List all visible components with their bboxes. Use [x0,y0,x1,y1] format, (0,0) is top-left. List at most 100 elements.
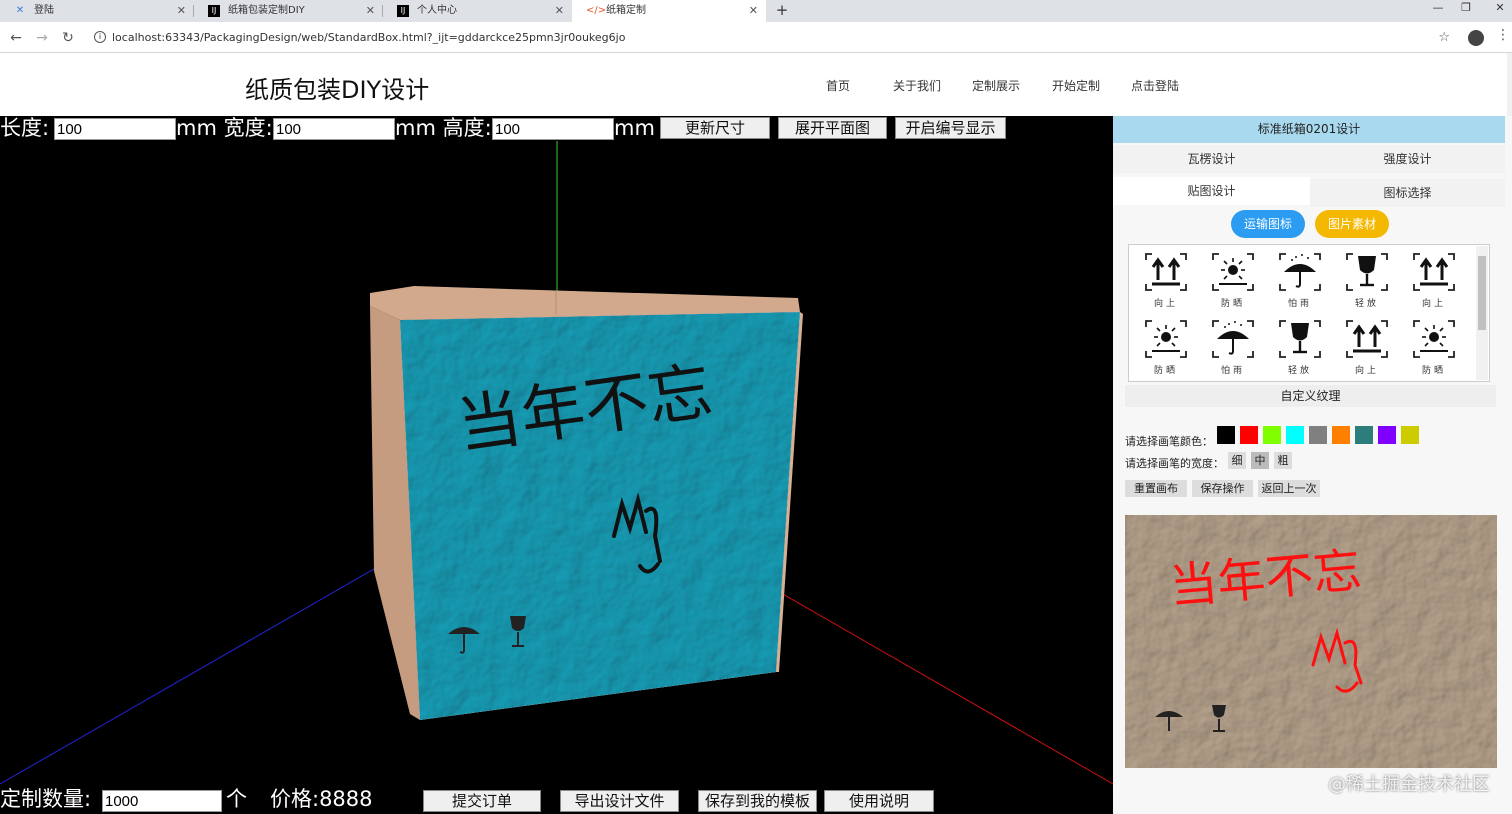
tab-title: 纸箱定制 [606,5,646,16]
pen-color-swatch[interactable] [1286,426,1304,444]
image-material-pill[interactable]: 图片素材 [1315,210,1389,238]
quantity-unit: 个 [226,787,247,811]
reset-canvas-button[interactable]: 重置画布 [1125,480,1187,497]
pen-width-medium[interactable]: 中 [1251,452,1269,469]
tab-sticker-design[interactable]: 贴图设计 [1113,177,1310,205]
texture-canvas-svg[interactable]: 当年不忘 [1125,515,1497,768]
width-input[interactable] [273,118,395,140]
fragile-icon [1279,320,1321,358]
maximize-button[interactable]: ❐ [1448,0,1484,18]
save-template-button[interactable]: 保存到我的模板 [698,790,817,812]
update-size-button[interactable]: 更新尺寸 [660,117,770,139]
tab-title: 纸箱包装定制DIY [228,5,305,16]
toggle-numbering-button[interactable]: 开启编号显示 [895,117,1006,139]
info-icon[interactable]: i [94,31,106,43]
nav-about[interactable]: 关于我们 [893,77,941,94]
forward-button[interactable]: → [32,28,52,48]
z-axis-line [0,553,401,785]
tab-icon-select[interactable]: 图标选择 [1310,179,1505,207]
close-icon[interactable]: ✕ [177,0,186,22]
3d-viewport[interactable]: 当年不忘 长度: mm 宽度: mm 高度: mm 更新尺寸 展开平面图 开启编… [0,116,1113,814]
tab-title: 登陆 [34,5,54,16]
transport-icon-sun[interactable]: 防晒 [1209,250,1257,310]
star-icon[interactable]: ☆ [1438,26,1450,49]
transport-icons-pill[interactable]: 运输图标 [1231,210,1305,238]
box-3d-scene[interactable]: 当年不忘 [0,116,1113,814]
new-tab-button[interactable]: + [772,0,792,22]
sun-icon [1413,320,1455,358]
tab-title: 个人中心 [417,5,457,16]
transport-icon-sun[interactable]: 防晒 [1142,317,1190,377]
nav-home[interactable]: 首页 [826,77,850,94]
up-icon [1413,253,1455,291]
pen-width-label: 请选择画笔的宽度： [1125,457,1224,470]
pen-color-swatch[interactable] [1401,426,1419,444]
transport-icon-up[interactable]: 向上 [1410,250,1458,310]
unfold-plane-button[interactable]: 展开平面图 [778,117,887,139]
rain-icon [1279,253,1321,291]
quantity-label: 定制数量: [0,787,92,811]
pen-color-swatch[interactable] [1332,426,1350,444]
pen-color-swatch[interactable] [1355,426,1373,444]
transport-icon-fragile[interactable]: 轻放 [1276,317,1324,377]
pen-color-swatch[interactable] [1309,426,1327,444]
back-button[interactable]: ← [6,28,26,48]
puzzle-icon: ✕ [15,5,25,16]
length-label: 长度: [0,116,50,140]
save-operation-button[interactable]: 保存操作 [1192,480,1253,497]
account-icon[interactable] [1468,30,1484,46]
submit-order-button[interactable]: 提交订单 [423,790,541,812]
pen-color-swatch[interactable] [1217,426,1235,444]
pen-width-thin[interactable]: 细 [1228,452,1246,469]
reload-button[interactable]: ↻ [58,28,78,48]
quantity-input[interactable] [102,790,222,812]
nav-start-custom[interactable]: 开始定制 [1052,77,1100,94]
icon-caption: 怕雨 [1220,366,1245,376]
pen-color-swatch[interactable] [1378,426,1396,444]
panel-title: 标准纸箱0201设计 [1113,116,1505,143]
watermark: @稀土掘金技术社区 [1328,774,1490,795]
undo-button[interactable]: 返回上一次 [1258,480,1320,497]
pen-color-label: 请选择画笔颜色： [1125,435,1213,448]
browser-tab-login[interactable]: ✕ 登陆 ✕ [0,0,194,22]
icon-caption: 防晒 [1220,299,1245,309]
transport-icon-rain[interactable]: 怕雨 [1209,317,1257,377]
export-design-button[interactable]: 导出设计文件 [560,790,679,812]
browser-tab-personal[interactable]: IJ 个人中心 ✕ [383,0,572,22]
code-icon: </> [586,5,607,16]
browser-tab-bar: ✕ 登陆 ✕ IJ 纸箱包装定制DIY ✕ IJ 个人中心 ✕ </> 纸箱定制… [0,0,1512,22]
kebab-menu-icon[interactable]: ⋮ [1496,27,1510,43]
nav-showcase[interactable]: 定制展示 [972,77,1020,94]
icon-caption: 向上 [1354,366,1379,376]
url-field[interactable]: i localhost:63343/PackagingDesign/web/St… [88,26,1466,49]
transport-icon-up[interactable]: 向上 [1142,250,1190,310]
scrollbar-thumb[interactable] [1478,256,1486,330]
browser-tab-diy[interactable]: IJ 纸箱包装定制DIY ✕ [194,0,383,22]
browser-tab-box-custom[interactable]: </> 纸箱定制 ✕ [572,0,766,22]
close-icon[interactable]: ✕ [555,0,564,22]
nav-login[interactable]: 点击登陆 [1131,77,1179,94]
help-button[interactable]: 使用说明 [824,790,934,812]
pen-color-swatch[interactable] [1263,426,1281,444]
tab-corrugated-design[interactable]: 瓦楞设计 [1113,145,1310,173]
close-icon[interactable]: ✕ [749,0,758,22]
pen-width-thick[interactable]: 粗 [1274,452,1292,469]
close-icon[interactable]: ✕ [366,0,375,22]
up-icon [1145,253,1187,291]
height-input[interactable] [492,118,614,140]
width-label: mm 宽度: [176,116,273,140]
transport-icon-fragile[interactable]: 轻放 [1343,250,1391,310]
custom-texture-header: 自定义纹理 [1125,385,1496,407]
transport-icon-sun[interactable]: 防晒 [1410,317,1458,377]
length-input[interactable] [54,118,176,140]
intellij-icon: IJ [397,5,409,17]
close-window-button[interactable]: ✕ [1482,0,1512,18]
tab-strength-design[interactable]: 强度设计 [1310,145,1505,173]
texture-drawing-canvas[interactable]: 当年不忘 [1125,515,1497,768]
transport-icon-up[interactable]: 向上 [1343,317,1391,377]
transport-icon-rain[interactable]: 怕雨 [1276,250,1324,310]
fragile-icon [1346,253,1388,291]
height-unit-label: mm [614,116,655,140]
url-text: localhost:63343/PackagingDesign/web/Stan… [112,31,626,44]
pen-color-swatch[interactable] [1240,426,1258,444]
